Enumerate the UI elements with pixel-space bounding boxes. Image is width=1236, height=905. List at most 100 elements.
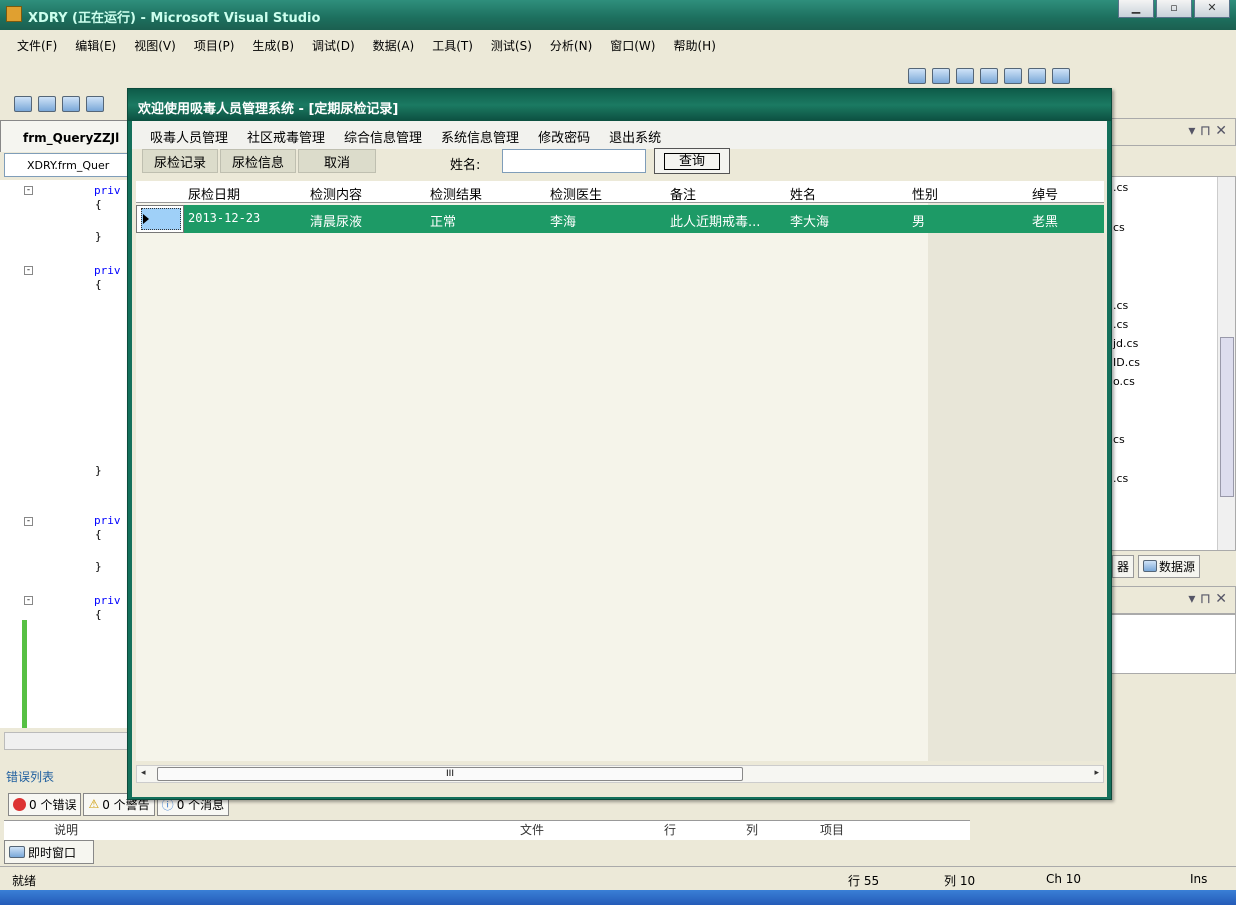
toolbar-forms-icon[interactable] <box>980 68 998 84</box>
scroll-thumb[interactable] <box>1220 337 1234 497</box>
scroll-left-icon[interactable]: ◂ <box>141 768 146 778</box>
collapse-icon[interactable]: - <box>24 186 33 195</box>
name-input[interactable] <box>502 149 646 173</box>
urine-info-button[interactable]: 尿检信息 <box>220 149 296 173</box>
solution-explorer-header: ▾ ⊓ ✕ <box>1108 118 1236 146</box>
code-brace: { <box>95 278 102 291</box>
col-note[interactable]: 备注 <box>670 184 696 203</box>
code-brace: } <box>95 560 102 573</box>
cell-result: 正常 <box>430 215 457 230</box>
toolbar-dropdown-icon[interactable] <box>1052 68 1070 84</box>
file-item[interactable]: .cs <box>1113 181 1128 194</box>
collapse-icon[interactable]: - <box>24 266 33 275</box>
menu-system-info[interactable]: 系统信息管理 <box>433 127 530 149</box>
menu-exit[interactable]: 退出系统 <box>601 127 672 149</box>
tab-data-sources[interactable]: 数据源 <box>1138 554 1201 578</box>
menu-window[interactable]: 窗口(W) <box>601 37 664 60</box>
col-file[interactable]: 文件 <box>520 821 544 838</box>
menu-view[interactable]: 视图(V) <box>125 37 185 60</box>
cell-date: 2013-12-23 <box>188 211 261 225</box>
error-icon <box>13 797 26 811</box>
col-project[interactable]: 项目 <box>820 821 844 838</box>
col-column[interactable]: 列 <box>746 821 758 838</box>
toolbar-connect-icon[interactable] <box>1004 68 1022 84</box>
menu-project[interactable]: 项目(P) <box>185 37 244 60</box>
grid-hscroll[interactable]: ◂ III ▸ <box>136 765 1104 783</box>
open-folder-icon[interactable] <box>62 96 80 112</box>
doc-tab[interactable]: frm_QueryZZJl <box>0 120 130 152</box>
errors-filter-button[interactable]: 0 个错误 <box>8 792 82 816</box>
file-item[interactable]: .cs <box>1113 318 1128 331</box>
toolbar-window-icon[interactable] <box>932 68 950 84</box>
file-item[interactable]: cs <box>1113 221 1125 234</box>
vs-menu-bar: 文件(F) 编辑(E) 视图(V) 项目(P) 生成(B) 调试(D) 数据(A… <box>0 30 1236 60</box>
vs-title-text: XDRY (正在运行) - Microsoft Visual Studio <box>28 11 321 26</box>
code-editor[interactable]: - priv { } - priv { } - priv { } - priv … <box>0 180 130 728</box>
file-item[interactable]: cs <box>1113 433 1125 446</box>
toolbar-form-icon[interactable] <box>956 68 974 84</box>
file-item[interactable]: o.cs <box>1113 375 1135 388</box>
cancel-button[interactable]: 取消 <box>298 149 376 173</box>
collapse-icon[interactable]: - <box>24 596 33 605</box>
immediate-window-tab[interactable]: 即时窗口 <box>4 840 94 864</box>
menu-data[interactable]: 数据(A) <box>364 37 424 60</box>
table-row[interactable]: 2013-12-23 清晨尿液 正常 李海 此人近期戒毒... 李大海 男 老黑 <box>136 205 1104 233</box>
menu-drug-users[interactable]: 吸毒人员管理 <box>142 127 239 149</box>
menu-change-password[interactable]: 修改密码 <box>530 127 601 149</box>
current-row-arrow-icon <box>143 214 149 224</box>
toolbar-tools-icon[interactable] <box>1028 68 1046 84</box>
menu-analyze[interactable]: 分析(N) <box>541 37 601 60</box>
menu-help[interactable]: 帮助(H) <box>664 37 724 60</box>
file-item[interactable]: .cs <box>1113 299 1128 312</box>
menu-test[interactable]: 测试(S) <box>482 37 541 60</box>
query-button[interactable]: 查询 <box>654 148 730 174</box>
urine-record-button[interactable]: 尿检记录 <box>142 149 218 173</box>
menu-file[interactable]: 文件(F) <box>8 37 66 60</box>
menu-debug[interactable]: 调试(D) <box>303 37 364 60</box>
records-grid[interactable]: 尿检日期 检测内容 检测结果 检测医生 备注 姓名 性别 绰号 2013-12-… <box>136 181 1104 761</box>
properties-panel[interactable] <box>1108 614 1236 674</box>
menu-community-rehab[interactable]: 社区戒毒管理 <box>239 127 336 149</box>
new-project-icon[interactable] <box>14 96 32 112</box>
code-brace: { <box>95 608 102 621</box>
grid-scroll-thumb[interactable]: III <box>157 767 743 781</box>
col-name[interactable]: 姓名 <box>790 184 816 203</box>
file-item[interactable]: ID.cs <box>1113 356 1140 369</box>
save-icon[interactable] <box>86 96 104 112</box>
col-sex[interactable]: 性别 <box>912 184 938 203</box>
cell-note: 此人近期戒毒... <box>670 215 761 230</box>
solution-explorer-scrollbar[interactable] <box>1217 177 1235 550</box>
col-test-date[interactable]: 尿检日期 <box>188 184 240 203</box>
col-test-content[interactable]: 检测内容 <box>310 184 362 203</box>
scroll-right-icon[interactable]: ▸ <box>1094 768 1099 778</box>
menu-tools[interactable]: 工具(T) <box>423 37 482 60</box>
col-line[interactable]: 行 <box>664 821 676 838</box>
app-menu-bar: 吸毒人员管理 社区戒毒管理 综合信息管理 系统信息管理 修改密码 退出系统 <box>132 121 1107 149</box>
toolbar-arrow-icon[interactable] <box>908 68 926 84</box>
collapse-icon[interactable]: - <box>24 517 33 526</box>
close-icon[interactable]: ✕ <box>1194 0 1230 18</box>
code-class-combo[interactable]: XDRY.frm_Quer <box>4 153 130 177</box>
tab-explorer[interactable]: 器 <box>1112 554 1135 578</box>
right-panel-tabs: 器 数据源 <box>1108 552 1236 580</box>
row-selector[interactable] <box>136 205 184 233</box>
menu-edit[interactable]: 编辑(E) <box>66 37 125 60</box>
app-title: 欢迎使用吸毒人员管理系统 - [定期尿检记录] <box>128 89 1111 121</box>
minimize-icon[interactable]: ▁ <box>1118 0 1154 18</box>
editor-hscroll[interactable] <box>4 732 130 750</box>
immediate-window-icon <box>9 846 25 858</box>
menu-general-info[interactable]: 综合信息管理 <box>336 127 433 149</box>
solution-explorer[interactable]: .cs cs .cs .cs jd.cs ID.cs o.cs cs .cs <box>1108 176 1236 551</box>
error-list-title[interactable]: 错误列表 <box>0 762 130 788</box>
code-line: priv <box>94 264 121 277</box>
col-description[interactable]: 说明 <box>54 821 78 838</box>
col-doctor[interactable]: 检测医生 <box>550 184 602 203</box>
file-item[interactable]: .cs <box>1113 472 1128 485</box>
add-item-icon[interactable] <box>38 96 56 112</box>
col-test-result[interactable]: 检测结果 <box>430 184 482 203</box>
windows-taskbar[interactable] <box>0 890 1236 905</box>
menu-build[interactable]: 生成(B) <box>243 37 303 60</box>
col-nickname[interactable]: 绰号 <box>1032 184 1058 203</box>
maximize-icon[interactable]: ▫ <box>1156 0 1192 18</box>
file-item[interactable]: jd.cs <box>1113 337 1138 350</box>
